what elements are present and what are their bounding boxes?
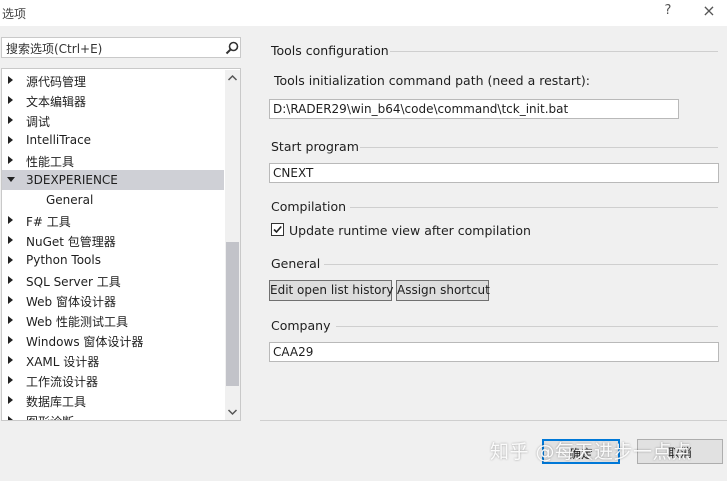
tree-item[interactable]: Python Tools	[2, 250, 224, 270]
scroll-up-button[interactable]	[225, 70, 240, 87]
tree-item[interactable]: Web 性能测试工具	[2, 310, 224, 330]
watermark: 知乎 @每天进步一点点	[490, 441, 692, 463]
tree-item-label: 调试	[26, 115, 51, 129]
collapsed-arrow-icon[interactable]	[8, 256, 13, 264]
tree-item-label: Python Tools	[26, 253, 101, 267]
start-program-field[interactable]: CNEXT	[269, 163, 719, 183]
expanded-arrow-icon[interactable]	[7, 177, 15, 182]
section-divider	[324, 264, 718, 265]
search-placeholder: 搜索选项(Ctrl+E)	[6, 42, 103, 56]
update-runtime-label[interactable]: Update runtime view after compilation	[289, 223, 531, 238]
title-bar: 选项 ? ×	[0, 0, 727, 26]
tree-item-label: 性能工具	[26, 155, 75, 169]
collapsed-arrow-icon[interactable]	[8, 276, 13, 284]
tree-item-label: 3DEXPERIENCE	[26, 173, 118, 187]
tree-item-label: 图形诊断	[26, 413, 74, 420]
close-button[interactable]: ×	[699, 1, 719, 23]
company-field[interactable]: CAA29	[269, 342, 719, 362]
tree-item[interactable]: Windows 窗体设计器	[2, 330, 224, 350]
tree-item-label: IntelliTrace	[26, 133, 92, 147]
scroll-thumb[interactable]	[226, 242, 239, 386]
tree-item-label: NuGet 包管理器	[26, 235, 116, 249]
collapsed-arrow-icon[interactable]	[8, 76, 13, 84]
tree-item[interactable]: Web 窗体设计器	[2, 290, 224, 310]
section-divider	[390, 51, 718, 52]
options-tree[interactable]: 源代码管理文本编辑器调试 IntelliTrace 性能工具 3DEXPERIENCE…	[1, 68, 241, 421]
section-divider	[360, 147, 718, 148]
tree-item-label: 数据库工具	[26, 395, 87, 409]
help-button[interactable]: ?	[660, 3, 676, 21]
tree-item[interactable]: 3DEXPERIENCE	[2, 170, 224, 190]
tree-item-label: Web 性能测试工具	[26, 315, 128, 329]
tree-item-label: SQL Server 工具	[26, 275, 121, 289]
edit-open-list-history-button[interactable]: Edit open list history	[269, 280, 394, 301]
section-divider	[350, 207, 718, 208]
section-divider	[336, 326, 718, 327]
collapsed-arrow-icon[interactable]	[8, 156, 13, 164]
collapsed-arrow-icon[interactable]	[8, 356, 13, 364]
collapsed-arrow-icon[interactable]	[8, 136, 13, 144]
collapsed-arrow-icon[interactable]	[8, 376, 13, 384]
tree-child-item[interactable]: General	[2, 190, 224, 210]
tools-config-title: Tools configuration	[271, 43, 389, 58]
tree-item[interactable]: F# 工具	[2, 210, 224, 230]
init-path-value: D:\RADER29\win_b64\code\command\tck_init…	[273, 102, 569, 116]
tree-item[interactable]: 工作流设计器	[2, 370, 224, 390]
edit-open-list-history-label: Edit open list history	[270, 283, 394, 297]
tree-item[interactable]: XAML 设计器	[2, 350, 224, 370]
scroll-down-button[interactable]	[225, 403, 240, 420]
tree-item[interactable]: 图形诊断	[2, 410, 224, 420]
collapsed-arrow-icon[interactable]	[8, 396, 13, 404]
tree-scrollbar[interactable]	[225, 70, 240, 420]
window-title: 选项	[2, 7, 27, 21]
tree-item[interactable]: IntelliTrace	[2, 130, 224, 150]
search-icon[interactable]	[224, 40, 240, 56]
collapsed-arrow-icon[interactable]	[8, 96, 13, 104]
collapsed-arrow-icon[interactable]	[8, 236, 13, 244]
tree-item-label: 源代码管理	[26, 75, 87, 89]
collapsed-arrow-icon[interactable]	[8, 116, 13, 124]
general-title: General	[271, 256, 321, 271]
search-input[interactable]: 搜索选项(Ctrl+E)	[1, 37, 241, 58]
tree-item-label: 工作流设计器	[26, 375, 99, 389]
tree-item[interactable]: 数据库工具	[2, 390, 224, 410]
collapsed-arrow-icon[interactable]	[8, 296, 13, 304]
update-runtime-checkbox[interactable]	[271, 223, 284, 236]
tree-item-label: 文本编辑器	[26, 95, 87, 109]
collapsed-arrow-icon[interactable]	[8, 316, 13, 324]
collapsed-arrow-icon[interactable]	[8, 336, 13, 344]
tree-item[interactable]: 调试	[2, 110, 224, 130]
tree-item-label: XAML 设计器	[26, 355, 100, 369]
company-value: CAA29	[273, 345, 314, 359]
footer-divider	[260, 420, 727, 421]
start-program-title: Start program	[271, 139, 359, 154]
checkmark-icon	[273, 225, 282, 234]
assign-shortcut-button[interactable]: Assign shortcut	[396, 280, 490, 301]
tree-item-label: General	[46, 193, 94, 207]
init-path-label: Tools initialization command path (need …	[274, 73, 590, 88]
tree-item-label: F# 工具	[26, 215, 71, 229]
company-title: Company	[271, 318, 331, 333]
tree-item[interactable]: 源代码管理	[2, 70, 224, 90]
tree-item[interactable]: 文本编辑器	[2, 90, 224, 110]
tree-item[interactable]: NuGet 包管理器	[2, 230, 224, 250]
tree-item[interactable]: 性能工具	[2, 150, 224, 170]
collapsed-arrow-icon[interactable]	[8, 216, 13, 224]
collapsed-arrow-icon[interactable]	[8, 416, 13, 420]
tree-item-label: Web 窗体设计器	[26, 295, 116, 309]
compilation-title: Compilation	[271, 199, 347, 214]
tree-item-label: Windows 窗体设计器	[26, 335, 144, 349]
start-program-value: CNEXT	[273, 166, 314, 180]
init-path-field[interactable]: D:\RADER29\win_b64\code\command\tck_init…	[269, 99, 679, 119]
assign-shortcut-label: Assign shortcut	[397, 283, 490, 297]
tree-item[interactable]: SQL Server 工具	[2, 270, 224, 290]
